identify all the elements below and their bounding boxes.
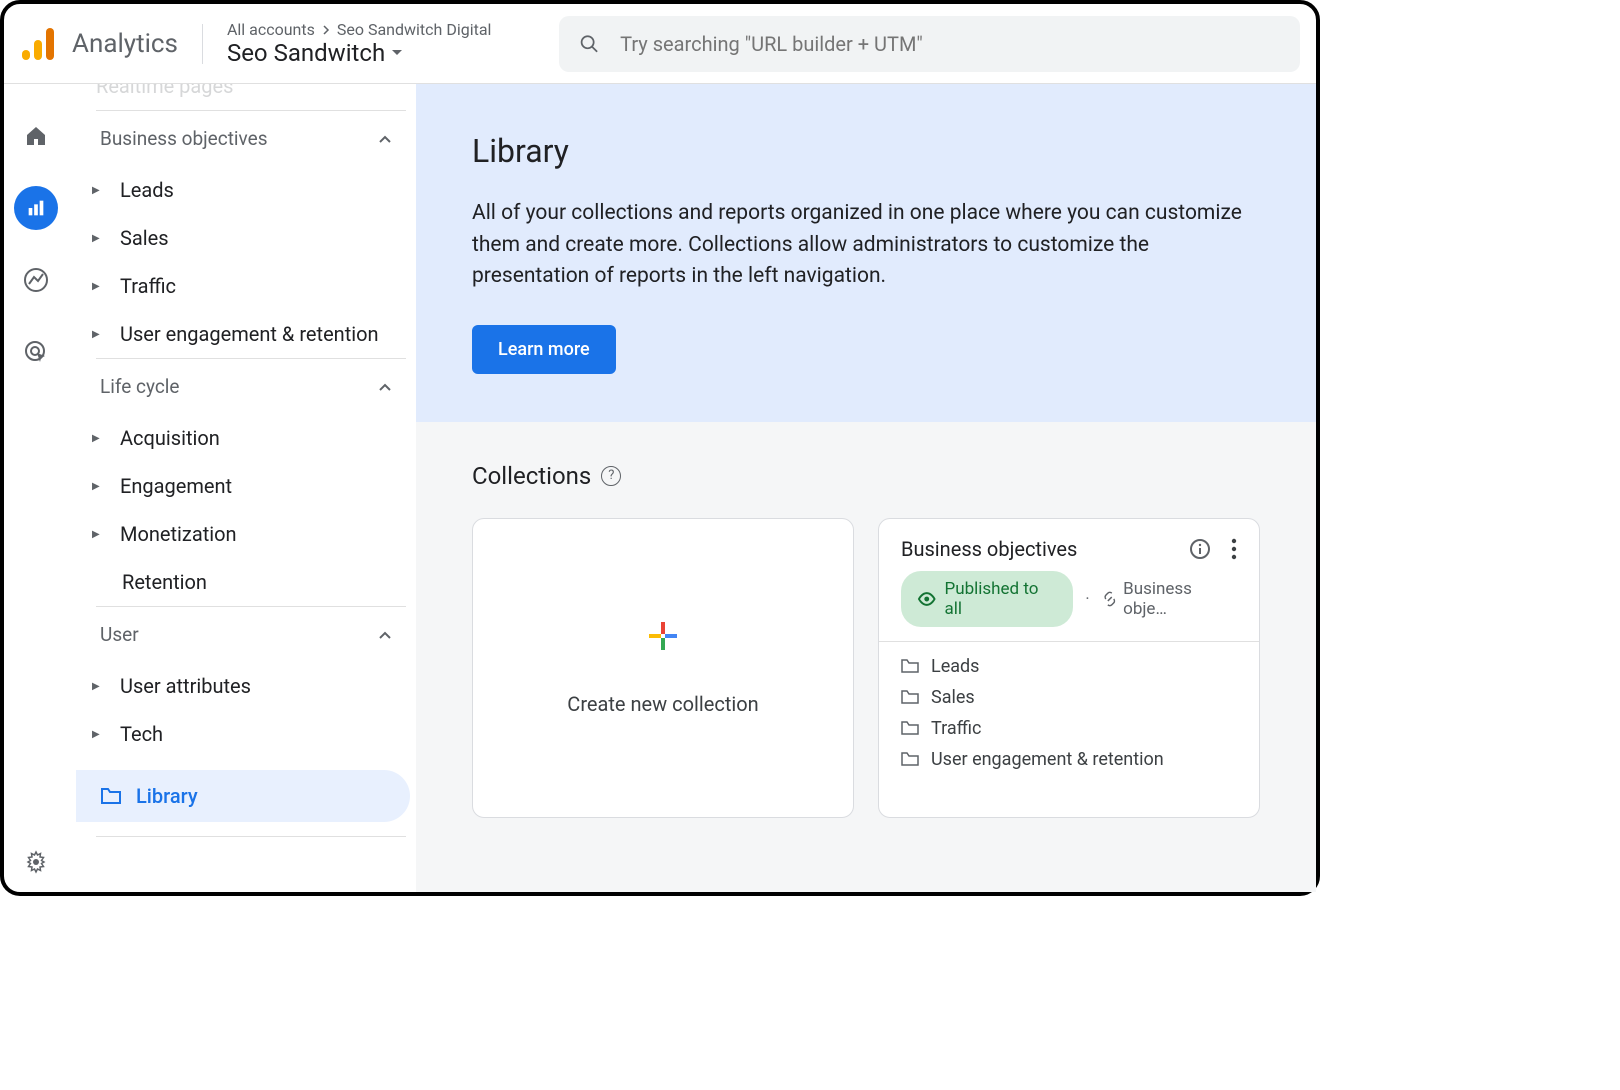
- caret-down-icon: [391, 49, 403, 57]
- divider: [96, 836, 406, 837]
- product-name: Analytics: [72, 29, 178, 59]
- triangle-right-icon: ▶: [92, 329, 104, 340]
- rail-advertising[interactable]: [14, 330, 58, 374]
- card-list: Leads Sales Traffic User engagement & re…: [879, 642, 1259, 784]
- folder-icon: [901, 752, 919, 766]
- breadcrumb-root: All accounts: [227, 20, 315, 39]
- triangle-right-icon: ▶: [92, 729, 104, 740]
- chevron-up-icon: [378, 630, 392, 640]
- linked-collection: Business obje…: [1102, 579, 1237, 619]
- analytics-logo-icon: [20, 26, 56, 62]
- sidebar-item-engagement[interactable]: ▶Engagement: [76, 462, 416, 510]
- triangle-right-icon: ▶: [92, 281, 104, 292]
- collections-heading: Collections: [472, 462, 591, 490]
- sidebar-item-traffic[interactable]: ▶Traffic: [76, 262, 416, 310]
- collections-section: Collections ? Create new collection Busi…: [416, 422, 1316, 858]
- link-icon: [1102, 591, 1118, 607]
- help-icon[interactable]: ?: [601, 466, 621, 486]
- main-content: Library All of your collections and repo…: [416, 84, 1316, 892]
- list-item: Leads: [901, 656, 1237, 677]
- hero-description: All of your collections and reports orga…: [472, 198, 1260, 293]
- collection-card-business-objectives[interactable]: Business objectives Published to all ·: [878, 518, 1260, 818]
- page-title: Library: [472, 132, 1260, 170]
- chevron-up-icon: [378, 382, 392, 392]
- triangle-right-icon: ▶: [92, 481, 104, 492]
- account-selector[interactable]: All accounts Seo Sandwitch Digital Seo S…: [227, 20, 491, 67]
- sidebar-item-user-attributes[interactable]: ▶User attributes: [76, 662, 416, 710]
- folder-icon: [901, 721, 919, 735]
- app-header: Analytics All accounts Seo Sandwitch Dig…: [4, 4, 1316, 84]
- section-life-cycle[interactable]: Life cycle: [76, 359, 416, 414]
- folder-icon: [901, 659, 919, 673]
- section-business-objectives[interactable]: Business objectives: [76, 111, 416, 166]
- triangle-right-icon: ▶: [92, 529, 104, 540]
- section-title: Business objectives: [100, 127, 268, 150]
- folder-icon: [100, 787, 122, 805]
- section-title: Life cycle: [100, 375, 179, 398]
- sidebar-item-retention[interactable]: Retention: [76, 558, 416, 606]
- explore-icon: [23, 267, 49, 293]
- separator-dot: ·: [1085, 589, 1089, 608]
- sidebar-item-acquisition[interactable]: ▶Acquisition: [76, 414, 416, 462]
- nav-rail: [4, 84, 68, 892]
- home-icon: [24, 124, 48, 148]
- target-click-icon: [23, 339, 49, 365]
- more-vert-icon[interactable]: [1231, 538, 1237, 560]
- triangle-right-icon: ▶: [92, 681, 104, 692]
- rail-home[interactable]: [14, 114, 58, 158]
- eye-icon: [917, 592, 937, 606]
- chevron-right-icon: [321, 25, 331, 35]
- triangle-right-icon: ▶: [92, 233, 104, 244]
- list-item: Traffic: [901, 718, 1237, 739]
- section-user[interactable]: User: [76, 607, 416, 662]
- sidebar-item-leads[interactable]: ▶Leads: [76, 166, 416, 214]
- info-icon[interactable]: [1189, 538, 1211, 560]
- triangle-right-icon: ▶: [92, 433, 104, 444]
- status-badge: Published to all: [901, 571, 1073, 627]
- folder-icon: [901, 690, 919, 704]
- library-hero: Library All of your collections and repo…: [416, 84, 1316, 422]
- triangle-right-icon: ▶: [92, 185, 104, 196]
- list-item: Sales: [901, 687, 1237, 708]
- sidebar-item-realtime[interactable]: Realtime pages: [76, 84, 416, 110]
- divider: [202, 24, 203, 64]
- rail-explore[interactable]: [14, 258, 58, 302]
- section-title: User: [100, 623, 139, 646]
- search-input[interactable]: [620, 32, 1280, 56]
- sidebar-item-monetization[interactable]: ▶Monetization: [76, 510, 416, 558]
- breadcrumb-leaf: Seo Sandwitch Digital: [337, 20, 492, 39]
- sidebar-item-tech[interactable]: ▶Tech: [76, 710, 416, 758]
- rail-reports[interactable]: [14, 186, 58, 230]
- create-collection-label: Create new collection: [567, 692, 758, 716]
- sidebar: Realtime pages Business objectives ▶Lead…: [68, 84, 416, 892]
- sidebar-item-engagement-retention[interactable]: ▶User engagement & retention: [76, 310, 416, 358]
- sidebar-item-sales[interactable]: ▶Sales: [76, 214, 416, 262]
- sidebar-item-library[interactable]: Library: [76, 770, 410, 822]
- learn-more-button[interactable]: Learn more: [472, 325, 616, 374]
- create-collection-card[interactable]: Create new collection: [472, 518, 854, 818]
- plus-icon: [647, 620, 679, 652]
- library-label: Library: [136, 784, 198, 808]
- rail-admin[interactable]: [14, 840, 58, 884]
- bar-chart-icon: [25, 197, 47, 219]
- search-icon: [579, 33, 600, 55]
- search-box[interactable]: [559, 16, 1300, 72]
- logo-group: Analytics: [20, 26, 178, 62]
- list-item: User engagement & retention: [901, 749, 1237, 770]
- chevron-up-icon: [378, 134, 392, 144]
- gear-icon: [24, 850, 48, 874]
- property-name: Seo Sandwitch: [227, 39, 385, 67]
- card-title: Business objectives: [901, 537, 1077, 561]
